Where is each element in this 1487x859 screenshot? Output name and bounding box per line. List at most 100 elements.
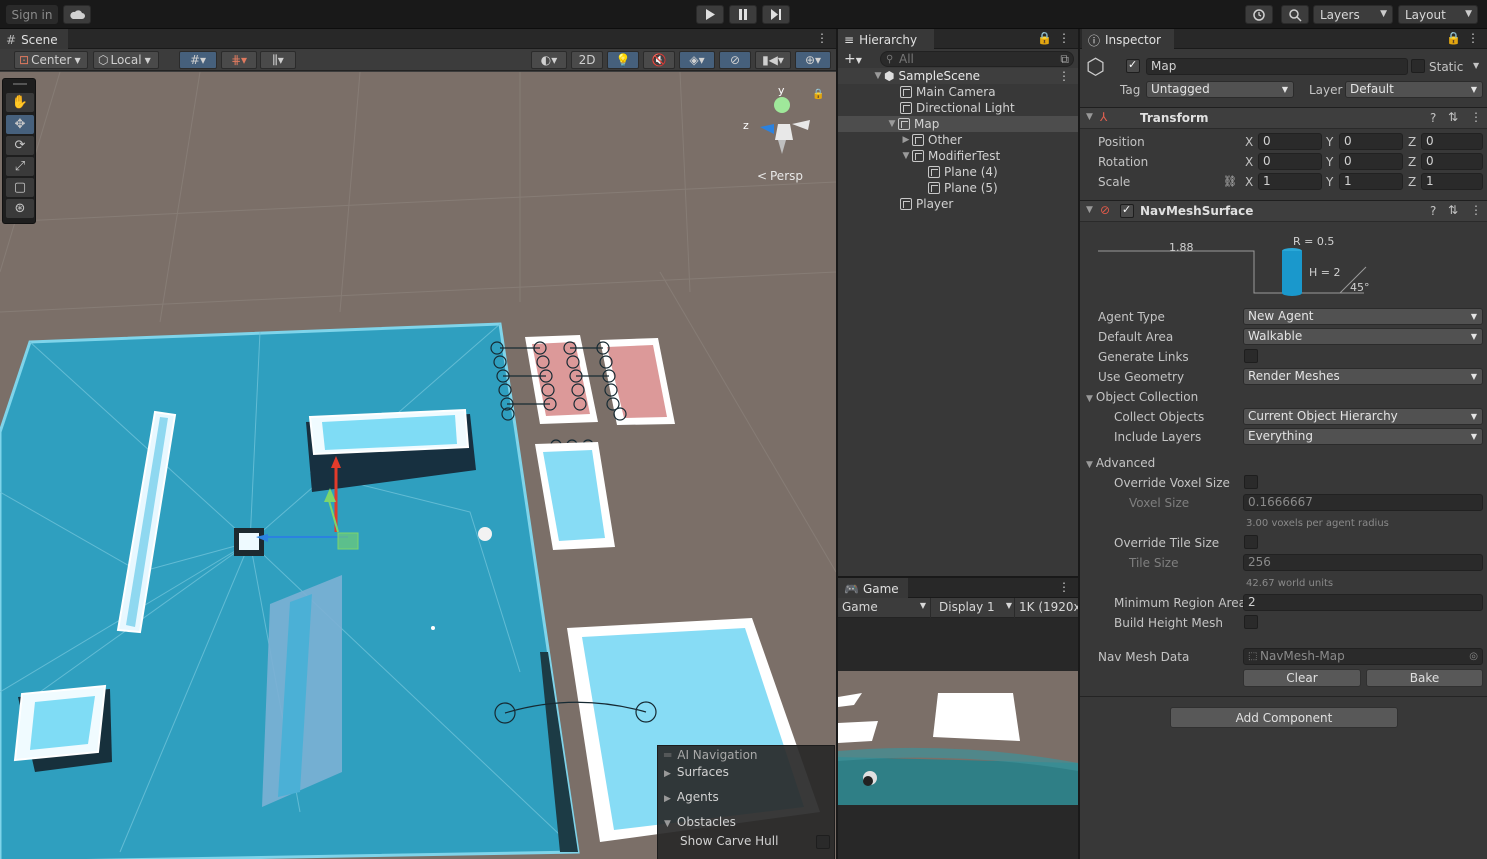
chevron-down-icon[interactable]: ▼ [900,151,912,161]
rotation-z-input[interactable]: 0 [1421,153,1483,170]
lighting-toggle[interactable]: 💡 [607,51,639,69]
static-checkbox[interactable] [1411,59,1425,73]
agent-type-dropdown[interactable]: New Agent ▼ [1243,308,1483,325]
help-icon[interactable]: ? [1430,204,1436,218]
hierarchy-item-plane-4[interactable]: Plane (4) [838,164,1078,180]
advanced-foldout[interactable]: ▼ Advanced [1086,456,1155,470]
grid-snap-toggle[interactable]: #▾ [179,51,217,69]
min-region-area-input[interactable]: 2 [1243,594,1483,611]
rotate-tool-button[interactable]: ⟳ [6,136,34,155]
add-component-button[interactable]: Add Component [1170,707,1398,728]
hierarchy-search-input[interactable]: ⚲ All ⧉ [880,51,1074,67]
gizmos-button[interactable]: ⊕▾ [795,51,831,69]
splitter[interactable] [836,29,838,859]
scale-z-input[interactable]: 1 [1421,173,1483,190]
audio-toggle[interactable]: 🔇 [643,51,675,69]
hierarchy-item-directional-light[interactable]: Directional Light [838,100,1078,116]
tab-scene[interactable]: # Scene [0,29,68,49]
chevron-down-icon[interactable]: ▼ [886,119,898,129]
navmesh-surface-header[interactable]: ▼ ⊘ ✓ NavMeshSurface ? ⇅ ⋮ [1080,200,1487,222]
lock-icon[interactable]: 🔒 [812,88,824,100]
hand-tool-button[interactable]: ✋ [6,93,34,112]
tab-inspector[interactable]: ⓘ Inspector [1082,29,1174,49]
more-icon[interactable]: ⋮ [816,31,828,45]
rect-tool-button[interactable]: ▢ [6,178,34,197]
shading-mode-button[interactable]: ◐▾ [531,51,567,69]
clear-button[interactable]: Clear [1243,669,1361,687]
tab-hierarchy[interactable]: ≡ Hierarchy [838,29,934,49]
help-icon[interactable]: ? [1430,111,1436,125]
overlay-item-surfaces[interactable]: ▶ Surfaces [664,765,729,779]
position-x-input[interactable]: 0 [1258,133,1322,150]
layer-dropdown[interactable]: Default ▼ [1345,81,1483,98]
layers-dropdown[interactable]: Layers ▼ [1313,5,1393,24]
navmesh-enabled-checkbox[interactable]: ✓ [1120,203,1134,218]
scene-viewport[interactable]: y z 🔒 Persp < [0,72,836,859]
more-icon[interactable]: ⋮ [1058,69,1070,83]
object-picker-icon[interactable]: ◎ [1469,649,1478,664]
more-icon[interactable]: ⋮ [1058,580,1070,594]
visibility-toggle[interactable]: ⊘ [719,51,751,69]
preset-icon[interactable]: ⇅ [1448,110,1458,124]
gameobject-large-icon[interactable]: ⬡ [1086,55,1116,85]
increment-snap-button[interactable]: ⋕▾ [221,51,257,69]
hierarchy-item-player[interactable]: Player [838,196,1078,212]
ruler-button[interactable]: ⫼▾ [260,51,296,69]
chevron-down-icon[interactable]: ▼ [1473,61,1479,70]
pivot-mode-dropdown[interactable]: ⊡ Center ▼ [14,51,88,69]
game-mode-dropdown[interactable]: Game ▼ [842,600,928,616]
default-area-dropdown[interactable]: Walkable ▼ [1243,328,1483,345]
override-voxel-size-checkbox[interactable] [1244,475,1258,489]
create-button[interactable]: +▼ [844,51,862,67]
rotation-x-input[interactable]: 0 [1258,153,1322,170]
nav-mesh-data-field[interactable]: ⬚ NavMesh-Map ◎ [1243,648,1483,665]
display-dropdown[interactable]: Display 1 ▼ [930,598,1014,618]
more-icon[interactable]: ⋮ [1470,203,1482,217]
hierarchy-item-other[interactable]: ▶ Other [838,132,1078,148]
include-layers-dropdown[interactable]: Everything ▼ [1243,428,1483,445]
constrain-proportions-icon[interactable]: ⛓ [1223,175,1237,188]
rotation-y-input[interactable]: 0 [1339,153,1403,170]
splitter[interactable] [1078,29,1080,859]
show-carve-hull-checkbox[interactable] [816,835,830,849]
use-geometry-dropdown[interactable]: Render Meshes ▼ [1243,368,1483,385]
position-y-input[interactable]: 0 [1339,133,1403,150]
object-name-input[interactable]: Map [1146,58,1408,75]
position-z-input[interactable]: 0 [1421,133,1483,150]
bake-button[interactable]: Bake [1366,669,1483,687]
effects-toggle[interactable]: ◈▾ [679,51,715,69]
more-icon[interactable]: ⋮ [1470,110,1482,124]
collect-objects-dropdown[interactable]: Current Object Hierarchy ▼ [1243,408,1483,425]
scale-y-input[interactable]: 1 [1339,173,1403,190]
persp-label[interactable]: Persp [770,169,803,183]
hierarchy-item-modifiertest[interactable]: ▼ ModifierTest [838,148,1078,164]
scale-x-input[interactable]: 1 [1258,173,1322,190]
hierarchy-item-main-camera[interactable]: Main Camera [838,84,1078,100]
lock-icon[interactable]: 🔒 [1446,31,1461,45]
cloud-button[interactable] [63,5,91,24]
override-tile-size-checkbox[interactable] [1244,535,1258,549]
move-tool-button[interactable]: ✥ [6,115,34,134]
chevron-right-icon[interactable]: ▶ [900,135,912,145]
lock-icon[interactable]: 🔒 [1037,31,1052,45]
scene-root-row[interactable]: ▼ ⬢ SampleScene ⋮ [838,68,1078,84]
transform-header[interactable]: ▼ ⅄ Transform ? ⇅ ⋮ [1080,107,1487,129]
tag-dropdown[interactable]: Untagged ▼ [1146,81,1294,98]
game-view[interactable] [838,671,1078,805]
splitter[interactable] [838,576,1078,578]
preset-icon[interactable]: ⇅ [1448,203,1458,217]
transform-tool-button[interactable]: ⊛ [6,199,34,218]
play-button[interactable] [696,5,724,24]
more-icon[interactable]: ⋮ [1467,31,1479,45]
step-button[interactable] [762,5,790,24]
overlay-item-agents[interactable]: ▶ Agents [664,790,719,804]
active-checkbox[interactable]: ✓ [1126,58,1140,73]
more-icon[interactable]: ⋮ [1058,31,1070,45]
sign-in-button[interactable]: Sign in [6,5,58,24]
camera-settings-button[interactable]: ▮◀▾ [755,51,791,69]
tab-game[interactable]: 🎮 Game [838,578,908,598]
layout-dropdown[interactable]: Layout ▼ [1398,5,1478,24]
voxel-size-input[interactable]: 0.1666667 [1243,494,1483,511]
resolution-dropdown[interactable]: 1K (1920x1 [1014,598,1078,618]
tile-size-input[interactable]: 256 [1243,554,1483,571]
